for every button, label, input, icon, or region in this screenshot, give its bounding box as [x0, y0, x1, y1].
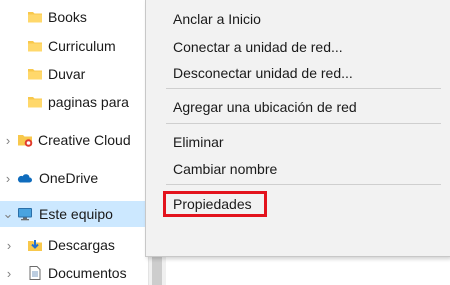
highlight-box [163, 191, 267, 217]
chevron-down-icon[interactable]: ⌄ [2, 201, 14, 227]
computer-icon [18, 208, 32, 221]
nav-item-label: Documentos [48, 265, 127, 281]
folder-icon [28, 41, 42, 52]
context-menu: Anclar a Inicio Conectar a unidad de red… [145, 0, 450, 257]
nav-item-curriculum[interactable]: Curriculum [0, 33, 148, 59]
nav-item-paginas-para[interactable]: paginas para [0, 89, 148, 115]
nav-item-label: Creative Cloud [38, 132, 131, 148]
content-pane [166, 257, 450, 285]
downloads-icon [28, 240, 42, 251]
nav-item-duvar[interactable]: Duvar [0, 61, 148, 87]
menu-item-label: Conectar a unidad de red... [173, 39, 343, 55]
nav-item-label: Descargas [48, 237, 115, 253]
onedrive-icon [17, 174, 32, 183]
menu-item-conectar-unidad-de-red[interactable]: Conectar a unidad de red... [146, 35, 446, 59]
nav-item-label: OneDrive [39, 170, 99, 186]
nav-item-label: Books [48, 9, 87, 25]
menu-item-desconectar-unidad-de-red[interactable]: Desconectar unidad de red... [146, 61, 446, 85]
folder-icon [28, 69, 42, 80]
chevron-right-icon[interactable]: › [3, 260, 15, 285]
nav-item-books[interactable]: Books [0, 4, 148, 30]
menu-item-eliminar[interactable]: Eliminar [146, 130, 446, 154]
menu-separator [166, 123, 441, 124]
menu-item-agregar-ubicacion-de-red[interactable]: Agregar una ubicación de red [146, 95, 446, 119]
menu-separator [166, 184, 441, 185]
menu-item-label: Agregar una ubicación de red [173, 99, 357, 115]
creative-cloud-icon [18, 135, 33, 147]
menu-item-anclar-a-inicio[interactable]: Anclar a Inicio [146, 7, 446, 31]
menu-item-label: Anclar a Inicio [173, 11, 261, 27]
nav-item-label: Duvar [48, 66, 86, 82]
menu-item-cambiar-nombre[interactable]: Cambiar nombre [146, 157, 446, 181]
menu-separator [166, 88, 441, 89]
nav-item-descargas[interactable]: › Descargas [0, 232, 148, 258]
chevron-right-icon[interactable]: › [2, 165, 14, 191]
documents-icon [29, 266, 41, 280]
navigation-pane: Books Curriculum Duvar paginas para › Cr… [0, 0, 148, 285]
nav-item-creative-cloud[interactable]: › Creative Cloud [0, 127, 148, 153]
folder-icon [28, 97, 42, 108]
menu-item-label: Cambiar nombre [173, 161, 278, 177]
nav-item-label: Curriculum [48, 38, 116, 54]
nav-item-documentos[interactable]: › Documentos [0, 260, 148, 285]
chevron-right-icon[interactable]: › [3, 232, 15, 258]
folder-icon [28, 12, 42, 23]
chevron-right-icon[interactable]: › [2, 127, 14, 153]
nav-item-onedrive[interactable]: › OneDrive [0, 165, 148, 191]
nav-item-label: paginas para [48, 94, 129, 110]
menu-item-label: Eliminar [173, 134, 224, 150]
nav-item-este-equipo[interactable]: ⌄ Este equipo [0, 201, 148, 227]
nav-item-label: Este equipo [39, 206, 113, 222]
menu-item-label: Desconectar unidad de red... [173, 65, 353, 81]
